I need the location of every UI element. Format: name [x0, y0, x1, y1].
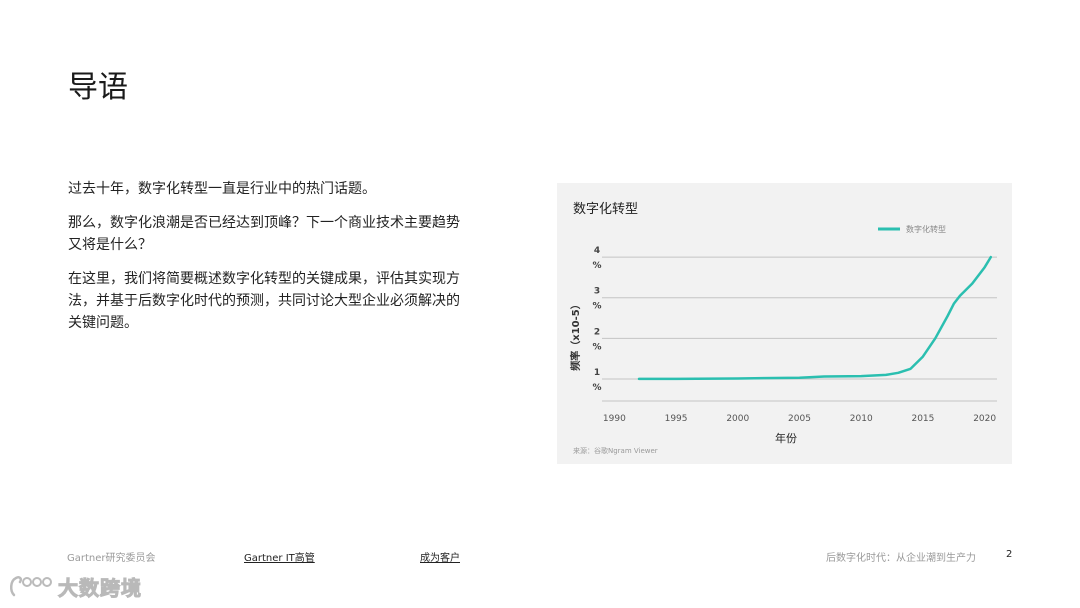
x-tick-label-2010: 2010: [850, 414, 873, 424]
y-tick-label-1: 1: [594, 368, 600, 378]
y-tick-label-2: 2: [594, 327, 600, 337]
chart-source: 来源：谷歌Ngram Viewer: [573, 446, 658, 455]
series-line-digital-transformation: [637, 255, 993, 381]
x-tick-label-2015: 2015: [911, 414, 934, 424]
y-axis-ticks: 1% 2% 3% 4%: [592, 246, 601, 393]
y-axis-label: 频率（x10-5）: [569, 299, 582, 370]
y-tick-unit-4: %: [592, 261, 601, 271]
y-tick-unit-3: %: [592, 302, 601, 312]
footer-org: Gartner研究委员会: [67, 553, 156, 564]
chart-title: 数字化转型: [573, 202, 638, 217]
intro-paragraph-2: 那么，数字化浪潮是否已经达到顶峰？下一个商业技术主要趋势又将是什么？: [68, 215, 460, 253]
page-number: 2: [1006, 549, 1013, 560]
watermark-logo-icon: [10, 576, 52, 597]
chart-legend: 数字化转型: [878, 224, 946, 234]
y-tick-label-4: 4: [594, 246, 600, 256]
watermark: 大数跨境: [8, 571, 142, 601]
x-axis-label: 年份: [775, 431, 797, 445]
x-tick-label-1995: 1995: [665, 414, 688, 424]
x-tick-label-2020: 2020: [973, 414, 996, 424]
y-tick-unit-1: %: [592, 383, 601, 393]
y-tick-label-3: 3: [594, 287, 600, 297]
page-title: 导语: [68, 70, 128, 105]
footer-report-title: 后数字化时代：从企业潮到生产力: [826, 553, 976, 564]
y-tick-unit-2: %: [592, 342, 601, 352]
digital-transformation-chart: 数字化转型 数字化转型 1% 2% 3% 4% 1990 1995 2000 2005 201…: [569, 202, 997, 455]
footer-link-gartner-it[interactable]: Gartner IT高管: [244, 549, 315, 564]
watermark-text: 大数跨境: [58, 575, 142, 600]
intro-text: 过去十年，数字化转型一直是行业中的热门话题。 那么，数字化浪潮是否已经达到顶峰？…: [68, 178, 468, 346]
x-tick-label-1990: 1990: [603, 414, 626, 424]
footer-link-become-client[interactable]: 成为客户: [420, 549, 460, 564]
intro-paragraph-3: 在这里，我们将简要概述数字化转型的关键成果，评估其实现方法，并基于后数字化时代的…: [68, 271, 460, 331]
x-tick-label-2005: 2005: [788, 414, 811, 424]
legend-label: 数字化转型: [906, 224, 946, 234]
x-tick-label-2000: 2000: [726, 414, 749, 424]
chart-panel: 数字化转型 数字化转型 1% 2% 3% 4% 1990 1995 2000 2005 201…: [557, 183, 1012, 464]
intro-paragraph-1: 过去十年，数字化转型一直是行业中的热门话题。: [68, 181, 376, 197]
x-axis-ticks: 1990 1995 2000 2005 2010 2015 2020: [603, 414, 996, 424]
